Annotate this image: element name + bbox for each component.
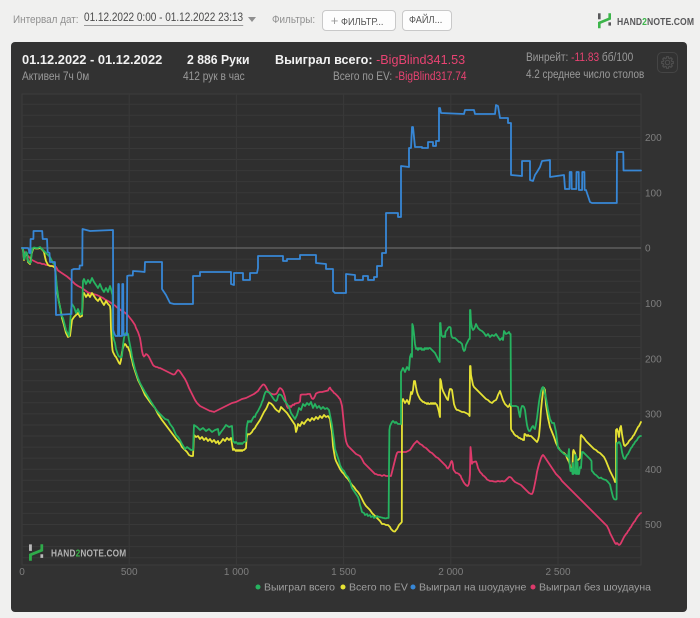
svg-text:1 500: 1 500 — [331, 567, 356, 578]
svg-text:100: 100 — [645, 299, 662, 310]
svg-text:0: 0 — [645, 244, 651, 255]
svg-text:1 000: 1 000 — [224, 567, 249, 578]
svg-text:HAND2NOTE.COM: HAND2NOTE.COM — [617, 16, 694, 28]
svg-text:200: 200 — [645, 133, 662, 144]
svg-text:Выиграл без шоудауна: Выиграл без шоудауна — [539, 582, 651, 594]
svg-text:200: 200 — [645, 354, 662, 365]
svg-text:HAND2NOTE.COM: HAND2NOTE.COM — [51, 548, 126, 560]
svg-text:400: 400 — [645, 465, 662, 476]
svg-text:Выиграл на шоудауне: Выиграл на шоудауне — [419, 582, 526, 594]
svg-text:Выиграл всего: Выиграл всего — [264, 582, 335, 594]
svg-text:Всего по EV: Всего по EV — [349, 582, 408, 594]
svg-text:2 000: 2 000 — [438, 567, 463, 578]
svg-text:300: 300 — [645, 410, 662, 421]
svg-text:0: 0 — [19, 567, 25, 578]
svg-text:500: 500 — [121, 567, 138, 578]
svg-text:2 500: 2 500 — [545, 567, 570, 578]
svg-text:100: 100 — [645, 188, 662, 199]
svg-text:500: 500 — [645, 520, 662, 531]
